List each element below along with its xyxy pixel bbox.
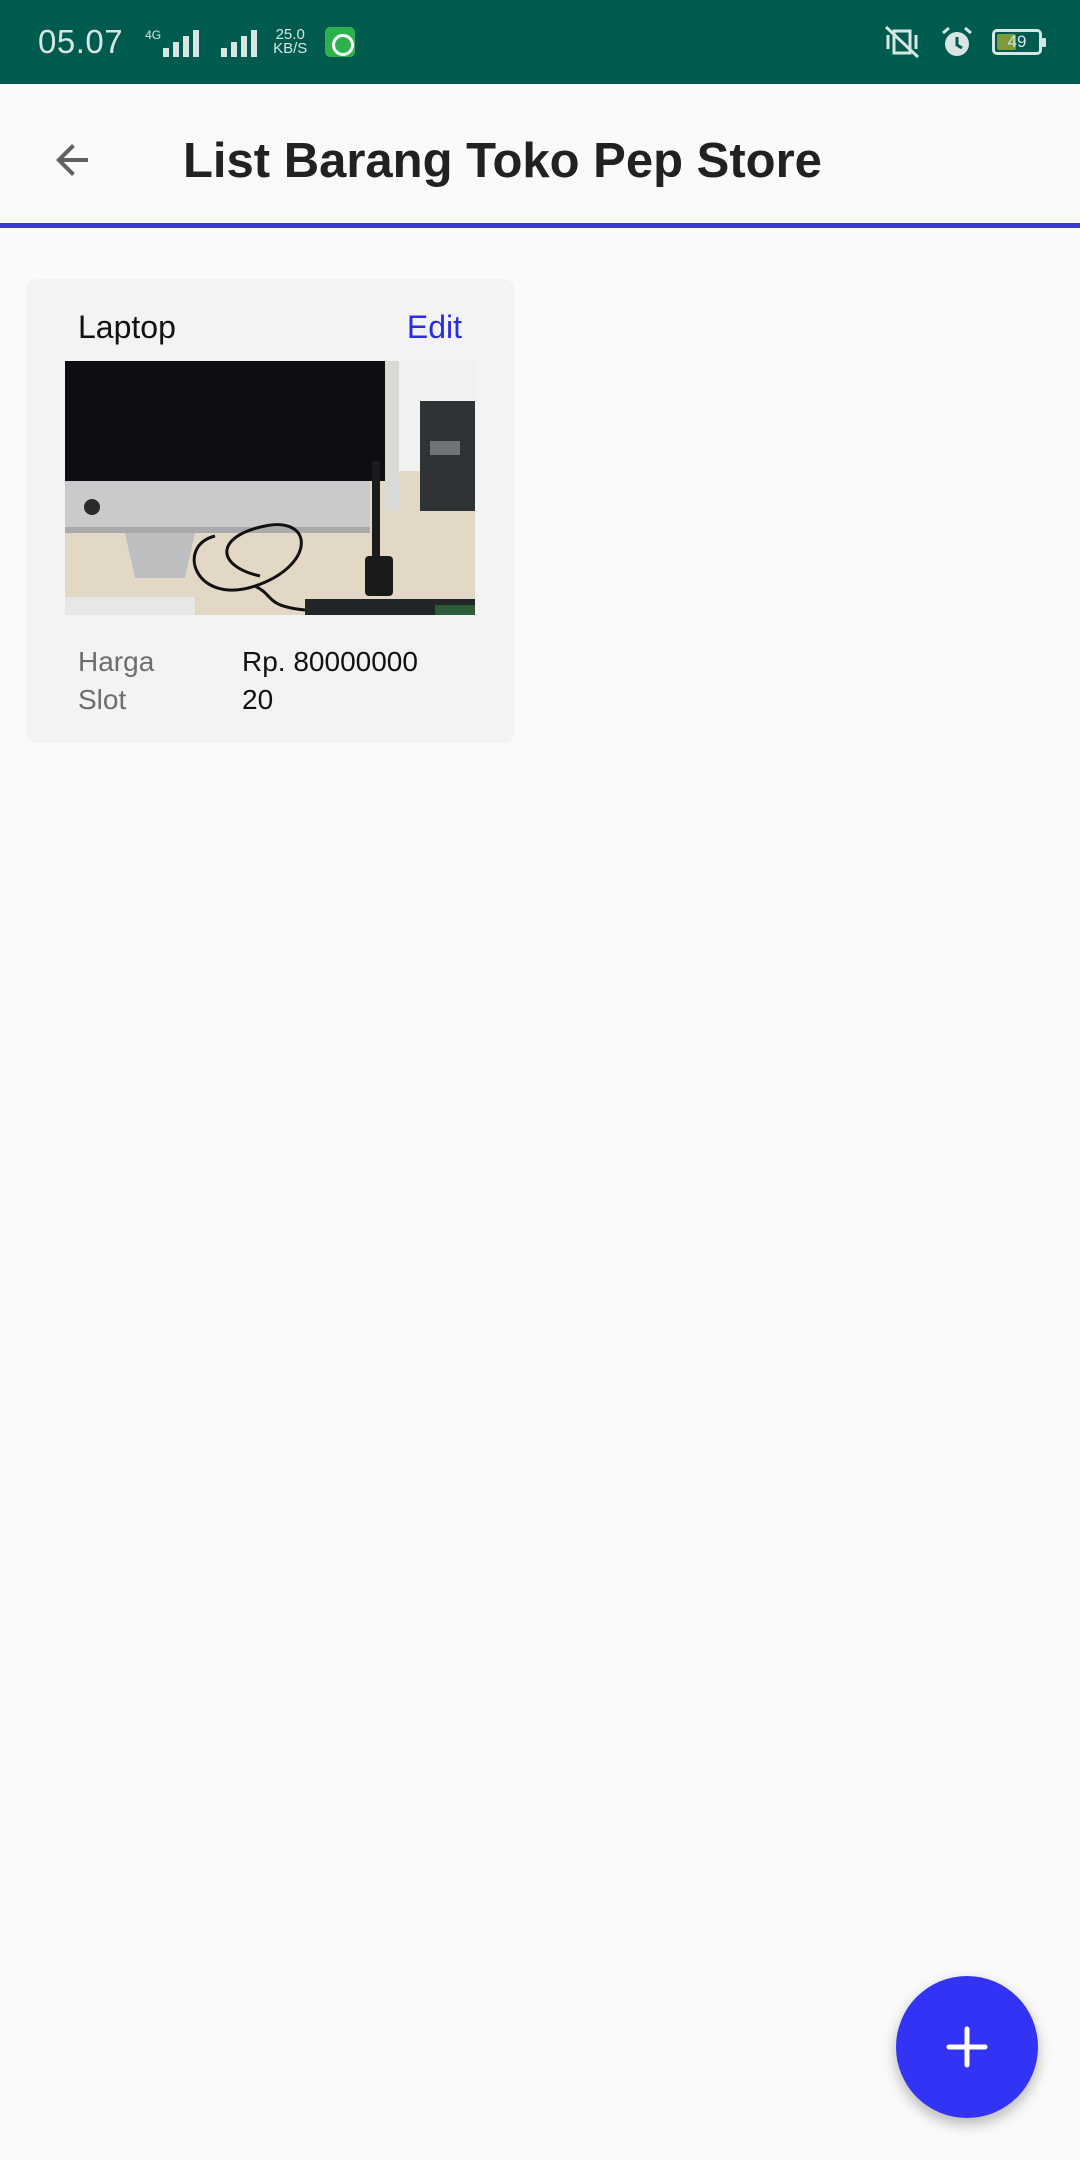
page-title: List Barang Toko Pep Store: [183, 134, 822, 188]
app-bar: List Barang Toko Pep Store: [0, 84, 1080, 228]
status-left: 05.07 4G 25.0 KB/S: [38, 0, 356, 84]
battery-level: 49: [1007, 32, 1027, 51]
arrow-back-icon: [56, 144, 88, 176]
whatsapp-icon: [325, 27, 356, 57]
plus-icon: [946, 2026, 988, 2068]
network-type: 4G: [145, 28, 162, 42]
battery-icon: 49: [992, 29, 1046, 55]
alarm-icon: [942, 26, 972, 56]
product-image: [65, 361, 475, 615]
edit-button[interactable]: Edit: [407, 309, 462, 346]
price-value: Rp. 80000000: [242, 646, 418, 677]
price-label: Harga: [78, 646, 155, 677]
status-time: 05.07: [38, 23, 124, 60]
slot-row: Slot 20: [78, 684, 273, 716]
slot-value: 20: [242, 684, 274, 715]
signal-icon: 4G: [145, 27, 200, 57]
vibrate-icon: [884, 25, 920, 59]
back-button[interactable]: [36, 124, 108, 196]
status-right: 49: [882, 0, 1046, 84]
slot-label: Slot: [78, 684, 127, 715]
status-bar: 05.07 4G 25.0 KB/S 49: [0, 0, 1080, 84]
product-card[interactable]: Laptop Edit Harga Rp. 80000000 Slot 20: [26, 279, 514, 743]
product-name: Laptop: [78, 309, 176, 345]
add-product-button[interactable]: [896, 1976, 1038, 2118]
net-speed: 25.0 KB/S: [273, 27, 308, 57]
price-row: Harga Rp. 80000000: [78, 646, 418, 678]
net-speed-unit: KB/S: [273, 40, 308, 57]
signal-icon-2: [221, 27, 258, 57]
